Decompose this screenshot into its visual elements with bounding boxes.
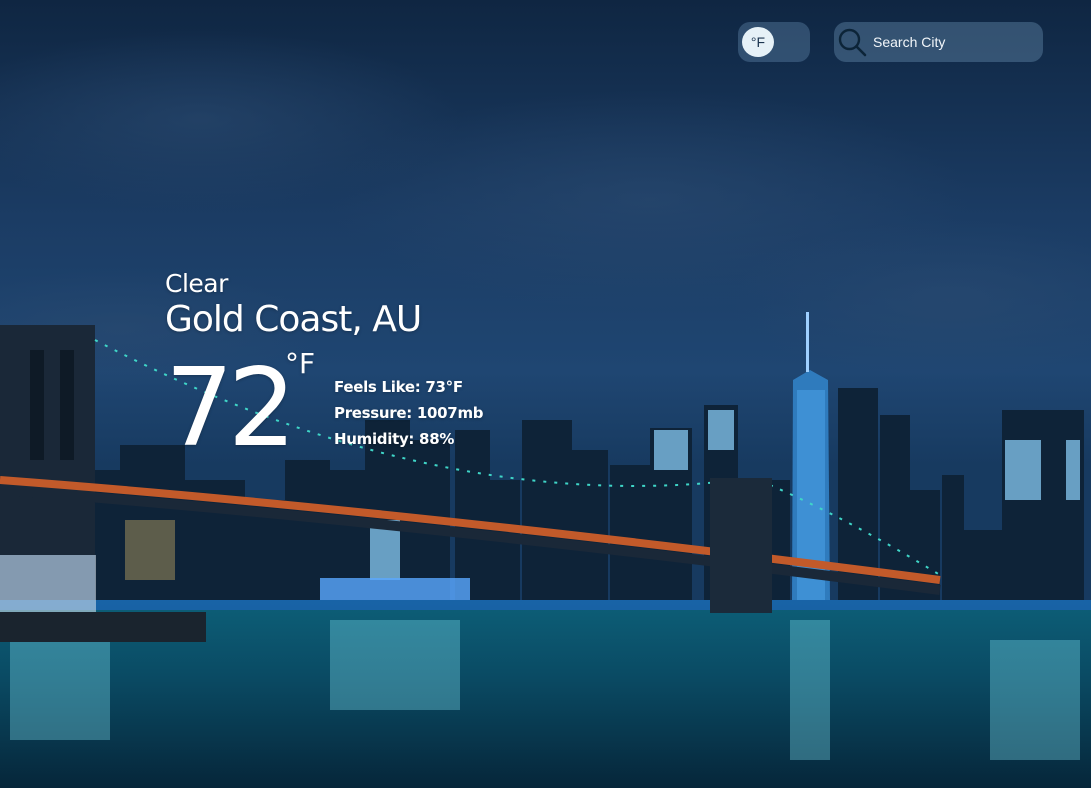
- search-box[interactable]: [834, 22, 1043, 62]
- search-input[interactable]: [871, 26, 1035, 58]
- location-name: Gold Coast, AU: [165, 299, 422, 340]
- weather-condition: Clear: [165, 269, 228, 298]
- pressure: Pressure: 1007mb: [334, 404, 484, 422]
- unit-toggle-knob[interactable]: °F: [742, 27, 774, 57]
- temperature-unit: °F: [285, 347, 316, 380]
- city-skyline-background: [0, 0, 1091, 788]
- weather-summary: Clear Gold Coast, AU 72 °F Feels Like: 7…: [165, 268, 484, 474]
- search-icon[interactable]: [837, 27, 867, 57]
- unit-toggle[interactable]: °F: [738, 22, 810, 62]
- weather-app: °F Clear Gold Coast, AU 72 °F Feels Like…: [0, 0, 1091, 788]
- feels-like: Feels Like: 73°F: [334, 378, 463, 396]
- weather-details: Feels Like: 73°F Pressure: 1007mb Humidi…: [334, 374, 484, 452]
- temperature-value: 72: [165, 346, 296, 471]
- temperature-row: 72 °F Feels Like: 73°F Pressure: 1007mb …: [165, 346, 484, 474]
- humidity: Humidity: 88%: [334, 430, 455, 448]
